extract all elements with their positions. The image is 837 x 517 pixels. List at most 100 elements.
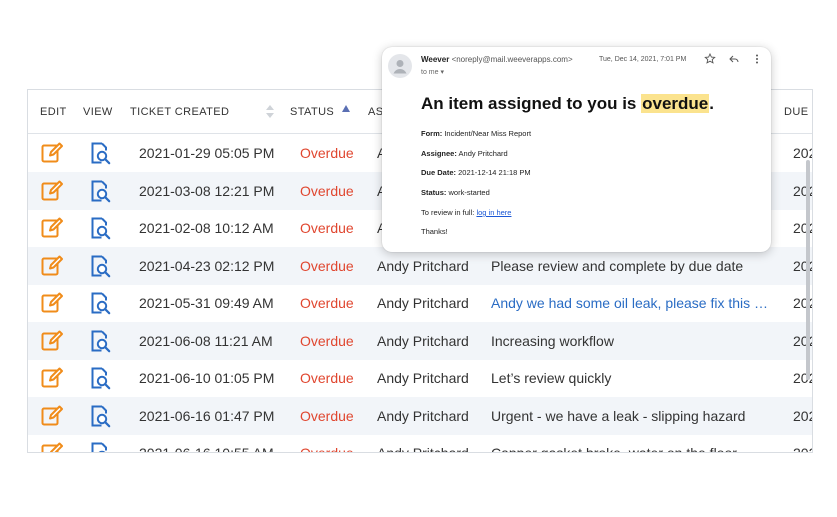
email-date: Tue, Dec 14, 2021, 7:01 PM: [599, 56, 687, 63]
due-date-cell: 202: [793, 370, 812, 386]
edit-icon[interactable]: [40, 366, 64, 390]
due-date-cell: 202: [793, 407, 812, 424]
due-date-line: Due Date: 2021-12-14 21:18 PM: [421, 168, 531, 177]
email-sender: Weever <noreply@mail.weeverapps.com>: [421, 55, 573, 64]
review-text: To review in full:: [421, 208, 475, 217]
email-notification-card: Weever <noreply@mail.weeverapps.com> to …: [382, 47, 771, 252]
table-row[interactable]: 2021-05-31 09:49 AM Overdue Andy Pritchard…: [28, 284, 812, 322]
edit-icon[interactable]: [40, 291, 64, 315]
edit-icon[interactable]: [40, 179, 64, 203]
header-view: VIEW: [83, 106, 113, 118]
edit-icon[interactable]: [40, 329, 64, 353]
status-cell: Overdue: [300, 257, 354, 274]
view-search-icon[interactable]: [88, 329, 112, 353]
assignee-cell: Andy Pritchard: [377, 257, 469, 274]
sender-name: Weever: [421, 55, 450, 64]
star-icon[interactable]: [704, 53, 716, 65]
status-cell: Overdue: [300, 370, 354, 386]
caret-down-icon: ▾: [440, 69, 444, 76]
status-value: work-started: [448, 188, 490, 197]
view-search-icon[interactable]: [88, 254, 112, 278]
description-cell: Let’s review quickly: [491, 370, 612, 386]
table-row[interactable]: 2021-06-16 01:47 PM Overdue Andy Pritchard…: [28, 396, 812, 435]
header-ticket-created[interactable]: TICKET CREATED: [130, 106, 229, 118]
due-date-cell: 202: [793, 145, 812, 161]
headline-highlight: overdue: [641, 94, 710, 113]
view-search-icon[interactable]: [88, 404, 112, 428]
due-date-cell: 202: [793, 295, 812, 311]
table-row[interactable]: 2021-06-10 01:05 PM Overdue Andy Pritchard…: [28, 359, 812, 397]
ticket-created-cell: 2021-03-08 12:21 PM: [139, 182, 275, 199]
assignee-value: Andy Pritchard: [458, 149, 508, 158]
view-search-icon[interactable]: [88, 366, 112, 390]
due-date-cell: 202: [793, 332, 812, 349]
table-row[interactable]: 2021-04-23 02:12 PM Overdue Andy Pritchard…: [28, 246, 812, 285]
review-line: To review in full: log in here: [421, 208, 511, 217]
avatar: [388, 54, 412, 78]
ticket-created-cell: 2021-06-16 01:47 PM: [139, 407, 275, 424]
ticket-created-cell: 2021-06-16 10:55 AM: [139, 445, 274, 453]
form-label: Form:: [421, 129, 443, 138]
ticket-created-cell: 2021-01-29 05:05 PM: [139, 145, 275, 161]
reply-icon[interactable]: [728, 53, 740, 65]
edit-icon[interactable]: [40, 141, 64, 165]
sort-icon[interactable]: [266, 103, 274, 121]
sender-address: <noreply@mail.weeverapps.com>: [451, 55, 573, 64]
ticket-created-cell: 2021-06-10 01:05 PM: [139, 370, 275, 386]
due-date-cell: 202: [793, 257, 812, 274]
headline-prefix: An item assigned to you is: [421, 94, 642, 113]
header-due-date[interactable]: DUE DATE: [784, 106, 812, 118]
due-date-cell: 202: [793, 220, 812, 236]
sort-ascending-icon[interactable]: [342, 105, 350, 112]
assignee-cell: Andy Pritchard: [377, 295, 469, 311]
form-line: Form: Incident/Near Miss Report: [421, 129, 531, 138]
login-link[interactable]: log in here: [476, 208, 511, 217]
due-value: 2021-12-14 21:18 PM: [458, 168, 531, 177]
view-search-icon[interactable]: [88, 179, 112, 203]
assignee-line: Assignee: Andy Pritchard: [421, 149, 508, 158]
table-row[interactable]: 2021-06-08 11:21 AM Overdue Andy Pritchard…: [28, 321, 812, 360]
due-label: Due Date:: [421, 168, 457, 177]
more-vertical-icon[interactable]: [751, 53, 763, 65]
due-date-cell: 202: [793, 445, 812, 453]
edit-icon[interactable]: [40, 441, 64, 452]
edit-icon[interactable]: [40, 404, 64, 428]
assignee-cell: Andy Pritchard: [377, 407, 469, 424]
status-cell: Overdue: [300, 407, 354, 424]
edit-icon[interactable]: [40, 216, 64, 240]
assignee-cell: Andy Pritchard: [377, 370, 469, 386]
recipient-label: to me: [421, 69, 439, 76]
ticket-created-cell: 2021-02-08 10:12 AM: [139, 220, 274, 236]
ticket-created-cell: 2021-06-08 11:21 AM: [139, 332, 273, 349]
status-label: Status:: [421, 188, 447, 197]
due-date-cell: 202: [793, 182, 812, 199]
description-cell: Capper gasket broke, water on the floor: [491, 445, 737, 453]
assignee-cell: Andy Pritchard: [377, 445, 469, 453]
status-cell: Overdue: [300, 182, 354, 199]
assignee-cell: Andy Pritchard: [377, 332, 469, 349]
status-cell: Overdue: [300, 145, 354, 161]
description-cell: Urgent - we have a leak - slipping hazar…: [491, 407, 746, 424]
status-cell: Overdue: [300, 220, 354, 236]
view-search-icon[interactable]: [88, 141, 112, 165]
edit-icon[interactable]: [40, 254, 64, 278]
thanks-text: Thanks!: [421, 227, 448, 236]
ticket-created-cell: 2021-05-31 09:49 AM: [139, 295, 274, 311]
status-cell: Overdue: [300, 332, 354, 349]
vertical-scrollbar[interactable]: [806, 160, 810, 380]
person-icon: [393, 60, 407, 74]
header-edit: EDIT: [40, 106, 67, 118]
view-search-icon[interactable]: [88, 216, 112, 240]
description-cell: Please review and complete by due date: [491, 257, 744, 274]
header-status[interactable]: STATUS: [290, 106, 334, 118]
headline-suffix: .: [709, 94, 714, 113]
view-search-icon[interactable]: [88, 291, 112, 315]
view-search-icon[interactable]: [88, 441, 112, 452]
email-headline: An item assigned to you is overdue.: [421, 94, 714, 114]
status-line: Status: work-started: [421, 188, 490, 197]
form-value: Incident/Near Miss Report: [444, 129, 532, 138]
table-row[interactable]: 2021-06-16 10:55 AM Overdue Andy Pritchard…: [28, 434, 812, 453]
status-cell: Overdue: [300, 295, 354, 311]
description-cell[interactable]: Andy we had some oil leak, please fix th…: [491, 295, 773, 311]
recipient-toggle[interactable]: to me ▾: [421, 68, 444, 76]
